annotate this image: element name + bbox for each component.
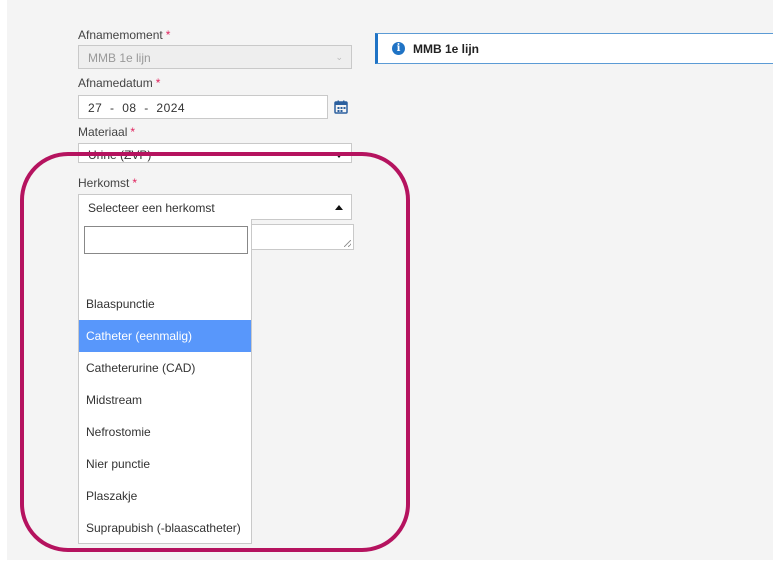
required-mark: * — [132, 176, 138, 190]
afnamedatum-label: Afnamedatum * — [78, 76, 160, 90]
required-mark: * — [165, 28, 171, 42]
afnamedatum-field[interactable]: 27 - 08 - 2024 — [78, 95, 328, 119]
info-icon: i — [392, 42, 405, 55]
option-plaszakje[interactable]: Plaszakje — [79, 480, 251, 512]
date-year[interactable]: 2024 — [156, 101, 185, 115]
afnamemoment-select[interactable]: MMB 1e lijn ⌄ — [78, 45, 352, 69]
herkomst-select[interactable]: Selecteer een herkomst — [78, 194, 352, 220]
info-text: MMB 1e lijn — [413, 42, 480, 56]
caret-up-icon — [335, 205, 343, 210]
date-day[interactable]: 27 — [88, 101, 102, 115]
chevron-down-icon: ⌄ — [335, 52, 343, 62]
date-value: 27 - 08 - 2024 — [88, 101, 185, 115]
herkomst-placeholder: Selecteer een herkomst — [88, 201, 215, 215]
option-midstream[interactable]: Midstream — [79, 384, 251, 416]
caret-down-icon — [335, 153, 343, 158]
required-mark: * — [130, 125, 136, 139]
info-box: i MMB 1e lijn — [375, 33, 773, 64]
materiaal-label-text: Materiaal — [78, 125, 128, 139]
afnamemoment-label-text: Afnamemoment — [78, 28, 163, 42]
materiaal-label: Materiaal * — [78, 125, 135, 139]
date-separator: - — [110, 101, 115, 115]
option-catheterurine-cad[interactable]: Catheterurine (CAD) — [79, 352, 251, 384]
required-mark: * — [155, 76, 161, 90]
date-month[interactable]: 08 — [122, 101, 136, 115]
herkomst-label: Herkomst * — [78, 176, 137, 190]
materiaal-value: Urine (ZVP) — [88, 148, 152, 162]
option-catheter-eenmalig[interactable]: Catheter (eenmalig) — [79, 320, 251, 352]
dropdown-search-input[interactable] — [84, 226, 248, 254]
herkomst-dropdown: Blaaspunctie Catheter (eenmalig) Cathete… — [78, 219, 252, 544]
calendar-icon[interactable] — [334, 100, 348, 114]
herkomst-label-text: Herkomst — [78, 176, 130, 190]
remarks-textarea[interactable] — [250, 224, 354, 250]
option-suprapubish[interactable]: Suprapubish (-blaascatheter) — [79, 512, 251, 544]
resize-grip-icon[interactable] — [344, 240, 351, 247]
afnamedatum-label-text: Afnamedatum — [78, 76, 153, 90]
afnamemoment-value: MMB 1e lijn — [88, 51, 151, 65]
option-nefrostomie[interactable]: Nefrostomie — [79, 416, 251, 448]
afnamemoment-label: Afnamemoment * — [78, 28, 170, 42]
option-blaaspunctie[interactable]: Blaaspunctie — [79, 288, 251, 320]
option-nier-punctie[interactable]: Nier punctie — [79, 448, 251, 480]
date-separator: - — [144, 101, 149, 115]
materiaal-select[interactable]: Urine (ZVP) — [78, 143, 352, 163]
